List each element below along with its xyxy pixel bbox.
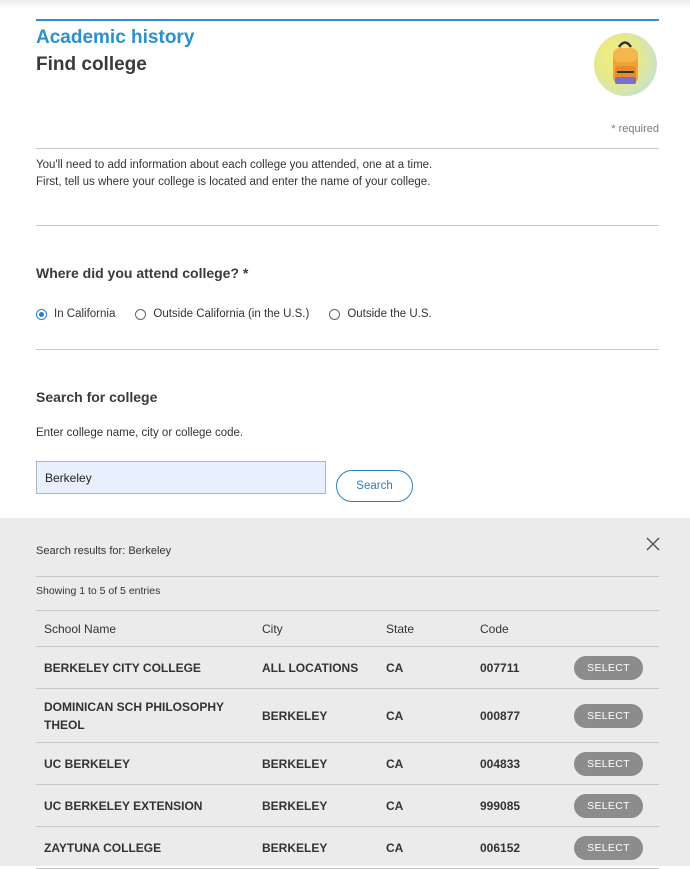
header-rule bbox=[36, 19, 659, 21]
radio-outside-us[interactable]: Outside the U.S. bbox=[329, 308, 432, 320]
divider bbox=[36, 148, 659, 149]
intro-line: You'll need to add information about eac… bbox=[36, 159, 433, 171]
column-header-city: City bbox=[254, 611, 378, 647]
entries-count: Showing 1 to 5 of 5 entries bbox=[36, 585, 161, 597]
table-row: ZAYTUNA COLLEGE BERKELEY CA 006152 SELEC… bbox=[36, 826, 659, 869]
location-question: Where did you attend college? * bbox=[36, 265, 249, 281]
table-row: BERKELEY CITY COLLEGE ALL LOCATIONS CA 0… bbox=[36, 646, 659, 689]
column-header-code: Code bbox=[472, 611, 566, 647]
code-cell: 007711 bbox=[472, 646, 566, 689]
select-button[interactable]: SELECT bbox=[574, 835, 643, 860]
college-search-input[interactable] bbox=[36, 461, 326, 494]
divider bbox=[36, 225, 659, 226]
divider bbox=[36, 349, 659, 350]
radio-label: Outside California (in the U.S.) bbox=[153, 308, 310, 320]
state-cell: CA bbox=[378, 688, 472, 743]
action-cell: SELECT bbox=[566, 742, 659, 785]
intro-line: First, tell us where your college is loc… bbox=[36, 176, 431, 188]
radio-label: Outside the U.S. bbox=[347, 308, 432, 320]
select-button[interactable]: SELECT bbox=[574, 703, 643, 728]
search-heading: Search for college bbox=[36, 389, 158, 405]
table-row: DOMINICAN SCH PHILOSOPHY THEOL BERKELEY … bbox=[36, 688, 659, 743]
table-row: UC BERKELEY BERKELEY CA 004833 SELECT bbox=[36, 742, 659, 785]
search-results-panel: Search results for: Berkeley Showing 1 t… bbox=[0, 518, 690, 869]
city-cell: BERKELEY bbox=[254, 688, 378, 743]
radio-button[interactable] bbox=[329, 308, 341, 320]
state-cell: CA bbox=[378, 826, 472, 869]
code-cell: 999085 bbox=[472, 784, 566, 827]
state-cell: CA bbox=[378, 784, 472, 827]
backpack-icon bbox=[594, 33, 657, 96]
search-button[interactable]: Search bbox=[336, 470, 413, 502]
school-name-cell: UC BERKELEY bbox=[36, 742, 254, 785]
select-button[interactable]: SELECT bbox=[574, 751, 643, 776]
city-cell: BERKELEY bbox=[254, 826, 378, 869]
action-cell: SELECT bbox=[566, 646, 659, 689]
intro-text: You'll need to add information about eac… bbox=[36, 157, 432, 191]
table-header-row: School Name City State Code bbox=[36, 611, 659, 647]
page-title: Find college bbox=[36, 54, 147, 75]
city-cell: BERKELEY bbox=[254, 784, 378, 827]
select-button[interactable]: SELECT bbox=[574, 793, 643, 818]
action-cell: SELECT bbox=[566, 688, 659, 743]
city-cell: BERKELEY bbox=[254, 742, 378, 785]
radio-label: In California bbox=[54, 308, 116, 320]
column-header-school-name: School Name bbox=[36, 611, 254, 647]
required-note: * required bbox=[611, 123, 659, 135]
radio-button[interactable] bbox=[36, 308, 47, 320]
school-name-cell: DOMINICAN SCH PHILOSOPHY THEOL bbox=[36, 688, 254, 743]
city-cell: ALL LOCATIONS bbox=[254, 646, 378, 689]
code-cell: 006152 bbox=[472, 826, 566, 869]
section-label: Academic history bbox=[36, 27, 195, 48]
top-shadow bbox=[0, 0, 690, 8]
action-cell: SELECT bbox=[566, 826, 659, 869]
radio-outside-california[interactable]: Outside California (in the U.S.) bbox=[135, 308, 309, 320]
results-for-label: Search results for: Berkeley bbox=[36, 545, 172, 557]
state-cell: CA bbox=[378, 646, 472, 689]
school-name-cell: UC BERKELEY EXTENSION bbox=[36, 784, 254, 827]
location-radio-group: In California Outside California (in the… bbox=[36, 308, 452, 320]
column-header-state: State bbox=[378, 611, 472, 647]
school-name-cell: ZAYTUNA COLLEGE bbox=[36, 826, 254, 869]
code-cell: 000877 bbox=[472, 688, 566, 743]
action-cell: SELECT bbox=[566, 784, 659, 827]
search-help-text: Enter college name, city or college code… bbox=[36, 427, 244, 439]
column-header-action bbox=[566, 611, 659, 647]
close-icon[interactable] bbox=[644, 535, 662, 553]
school-name-cell: BERKELEY CITY COLLEGE bbox=[36, 646, 254, 689]
select-button[interactable]: SELECT bbox=[574, 655, 643, 680]
radio-in-california[interactable]: In California bbox=[36, 308, 115, 320]
divider bbox=[36, 576, 659, 577]
results-table: School Name City State Code BERKELEY CIT… bbox=[36, 611, 659, 869]
code-cell: 004833 bbox=[472, 742, 566, 785]
table-row: UC BERKELEY EXTENSION BERKELEY CA 999085… bbox=[36, 784, 659, 827]
radio-button[interactable] bbox=[135, 308, 147, 320]
state-cell: CA bbox=[378, 742, 472, 785]
